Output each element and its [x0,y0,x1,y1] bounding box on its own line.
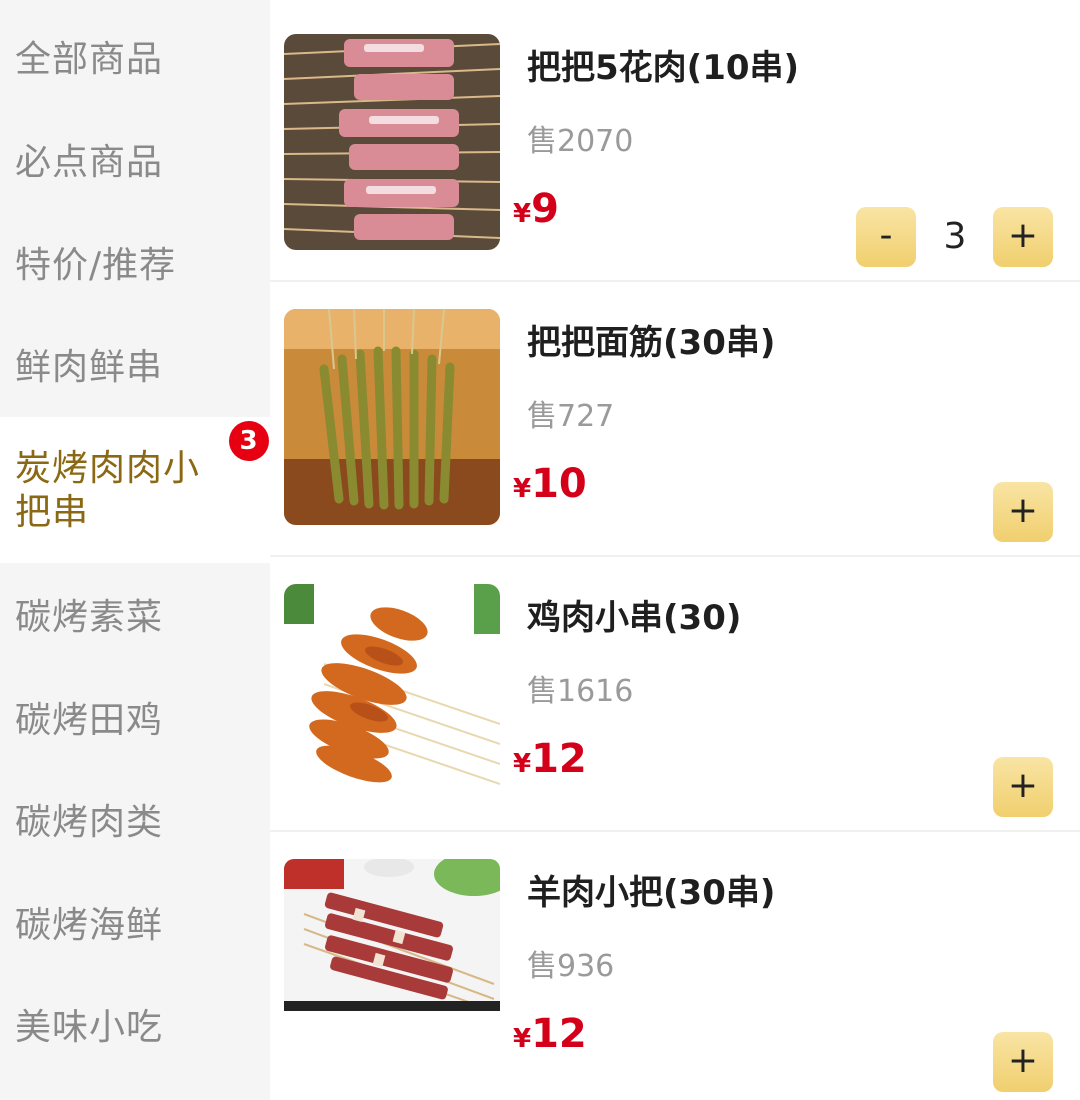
currency-symbol: ¥ [513,474,532,504]
product-name: 鸡肉小串(30) [527,598,742,638]
product-image[interactable] [284,859,500,1011]
divider [270,555,1080,557]
product-name: 羊肉小把(30串) [527,873,776,913]
category-label: 碳烤素菜 [15,597,164,638]
category-label: 碳烤肉类 [15,802,164,843]
price-value: 12 [531,1011,587,1057]
category-charcoal-meat[interactable]: 碳烤肉类 [0,793,270,853]
category-label: 特价/推荐 [15,245,177,286]
product-image[interactable] [284,584,500,800]
price-value: 12 [531,736,587,782]
add-to-cart-button[interactable]: + [993,482,1053,542]
product-list: 把把5花肉(10串) 售2070 ¥9 - 3 + 把把面筋(30串) 售727… [270,0,1080,1100]
category-label: 鲜肉鲜串 [15,347,164,388]
add-to-cart-button[interactable]: + [993,1032,1053,1092]
sales-count: 售1616 [527,674,634,709]
product-card[interactable]: 羊肉小把(30串) 售936 ¥12 + [270,859,1080,1100]
category-fresh-meat[interactable]: 鲜肉鲜串 [0,338,270,398]
cart-count-badge: 3 [229,421,269,461]
category-charcoal-seafood[interactable]: 碳烤海鲜 [0,896,270,956]
divider [270,830,1080,832]
menu-screen: 全部商品 必点商品 特价/推荐 鲜肉鲜串 炭烤肉肉小把串 3 碳烤素菜 碳烤田鸡… [0,0,1080,1100]
category-label: 炭烤肉肉小把串 [15,448,201,533]
product-price: ¥9 [513,186,559,232]
category-charcoal-vegetables[interactable]: 碳烤素菜 [0,588,270,648]
product-name: 把把面筋(30串) [527,323,776,363]
category-label: 碳烤田鸡 [15,700,164,741]
decrease-quantity-button[interactable]: - [856,207,916,267]
price-value: 10 [531,461,587,507]
currency-symbol: ¥ [513,1024,532,1054]
category-charcoal-frog[interactable]: 碳烤田鸡 [0,691,270,751]
add-to-cart-button[interactable]: + [993,207,1053,267]
currency-symbol: ¥ [513,199,532,229]
divider [270,280,1080,282]
category-label: 碳烤海鲜 [15,905,164,946]
product-card[interactable]: 鸡肉小串(30) 售1616 ¥12 + [270,584,1080,859]
category-all[interactable]: 全部商品 [0,30,270,90]
category-sidebar: 全部商品 必点商品 特价/推荐 鲜肉鲜串 炭烤肉肉小把串 3 碳烤素菜 碳烤田鸡… [0,0,270,1100]
currency-symbol: ¥ [513,749,532,779]
product-image[interactable] [284,34,500,250]
add-to-cart-button[interactable]: + [993,757,1053,817]
price-value: 9 [531,186,559,232]
product-image[interactable] [284,309,500,525]
product-price: ¥12 [513,1011,587,1057]
product-card[interactable]: 把把5花肉(10串) 售2070 ¥9 - 3 + [270,34,1080,309]
product-card[interactable]: 把把面筋(30串) 售727 ¥10 + [270,309,1080,584]
product-price: ¥12 [513,736,587,782]
category-special-recommend[interactable]: 特价/推荐 [0,236,270,296]
product-price: ¥10 [513,461,587,507]
quantity-value: 3 [943,216,967,257]
sales-count: 售727 [527,399,615,434]
category-label: 全部商品 [15,39,164,80]
category-charcoal-small-skewers[interactable]: 炭烤肉肉小把串 3 [0,417,270,563]
category-label: 必点商品 [15,142,164,183]
sales-count: 售936 [527,949,615,984]
category-must-order[interactable]: 必点商品 [0,133,270,193]
product-name: 把把5花肉(10串) [527,48,800,88]
sales-count: 售2070 [527,124,634,159]
category-snacks[interactable]: 美味小吃 [0,998,270,1058]
category-label: 美味小吃 [15,1007,164,1048]
